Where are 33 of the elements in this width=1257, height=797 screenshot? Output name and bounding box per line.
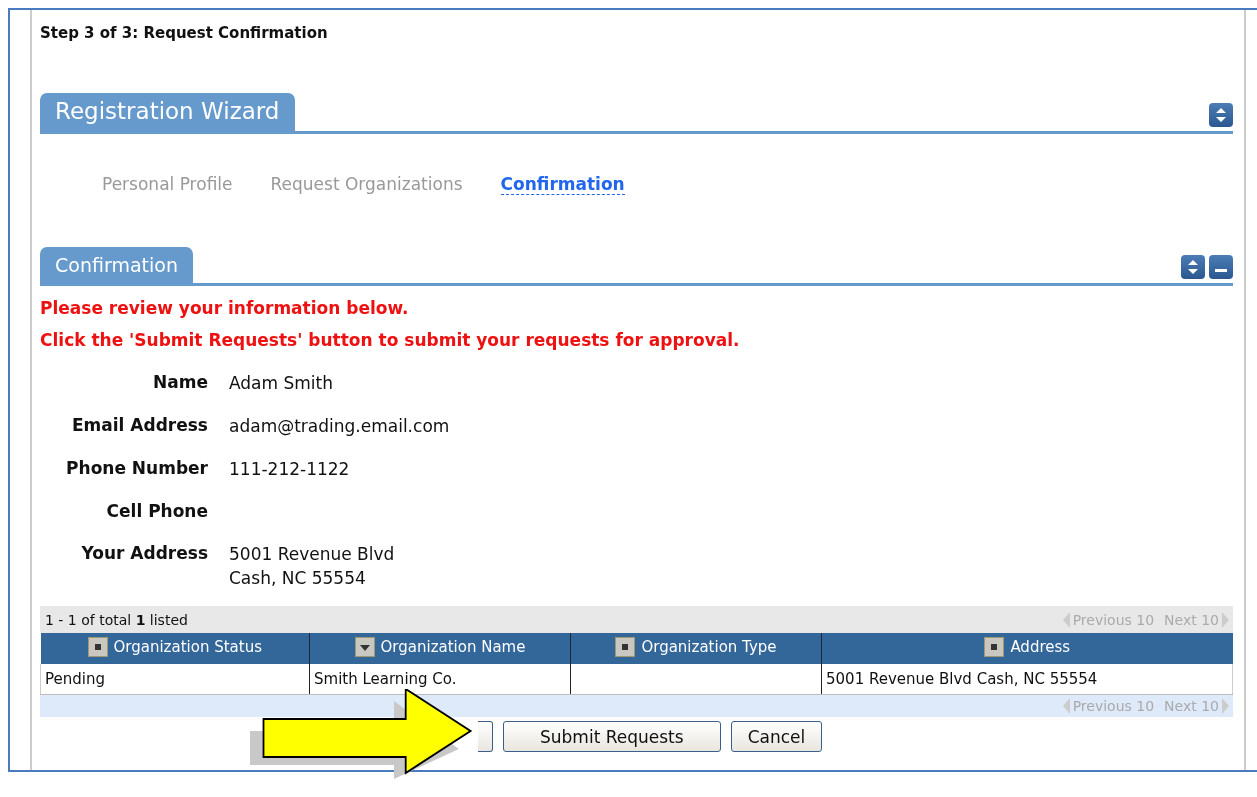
field-label: Cell Phone bbox=[105, 501, 208, 523]
table-cell: 5001 Revenue Blvd Cash, NC 55554 bbox=[821, 664, 1233, 695]
table-cell: Pending bbox=[40, 664, 310, 695]
sort-icon[interactable] bbox=[984, 636, 1005, 657]
field-value: Cash, NC 55554 bbox=[229, 567, 367, 590]
field-label: Email Address bbox=[70, 415, 208, 437]
wizard-step[interactable]: Confirmation bbox=[500, 174, 625, 195]
field-label: Name bbox=[152, 372, 208, 394]
wizard-step[interactable]: Request Organizations bbox=[270, 174, 463, 194]
field-label: Your Address bbox=[80, 543, 208, 565]
page-title: Step 3 of 3: Request Confirmation bbox=[40, 24, 329, 42]
field-label: Phone Number bbox=[65, 458, 208, 480]
column-header[interactable]: Organization Type bbox=[570, 633, 822, 664]
field-value: 5001 Revenue Blvd bbox=[229, 543, 396, 566]
field-value: Adam Smith bbox=[229, 372, 335, 395]
expand-collapse-icon[interactable] bbox=[1181, 255, 1205, 279]
sort-icon[interactable] bbox=[87, 636, 108, 657]
expand-collapse-icon[interactable] bbox=[1209, 103, 1233, 127]
result-count: 1 - 1 of total 1 listed bbox=[45, 611, 188, 628]
column-header[interactable]: Organization Status bbox=[40, 633, 310, 664]
sort-icon[interactable] bbox=[615, 636, 636, 657]
column-header[interactable]: Organization Name bbox=[309, 633, 571, 664]
column-header[interactable]: Address bbox=[821, 633, 1233, 664]
back-button[interactable] bbox=[478, 721, 493, 752]
wizard-step[interactable]: Personal Profile bbox=[102, 174, 233, 194]
instruction-text: Click the 'Submit Requests' button to submit your requests for approval. bbox=[40, 330, 741, 350]
sort-down-icon[interactable] bbox=[354, 636, 375, 657]
field-value: 111-212-1122 bbox=[229, 458, 351, 481]
action-button[interactable]: Submit Requests bbox=[503, 721, 721, 752]
instruction-text: Please review your information below. bbox=[40, 298, 410, 318]
field-value: adam@trading.email.com bbox=[229, 415, 451, 438]
action-button[interactable]: Cancel bbox=[730, 721, 823, 752]
minimize-icon[interactable] bbox=[1209, 255, 1233, 279]
